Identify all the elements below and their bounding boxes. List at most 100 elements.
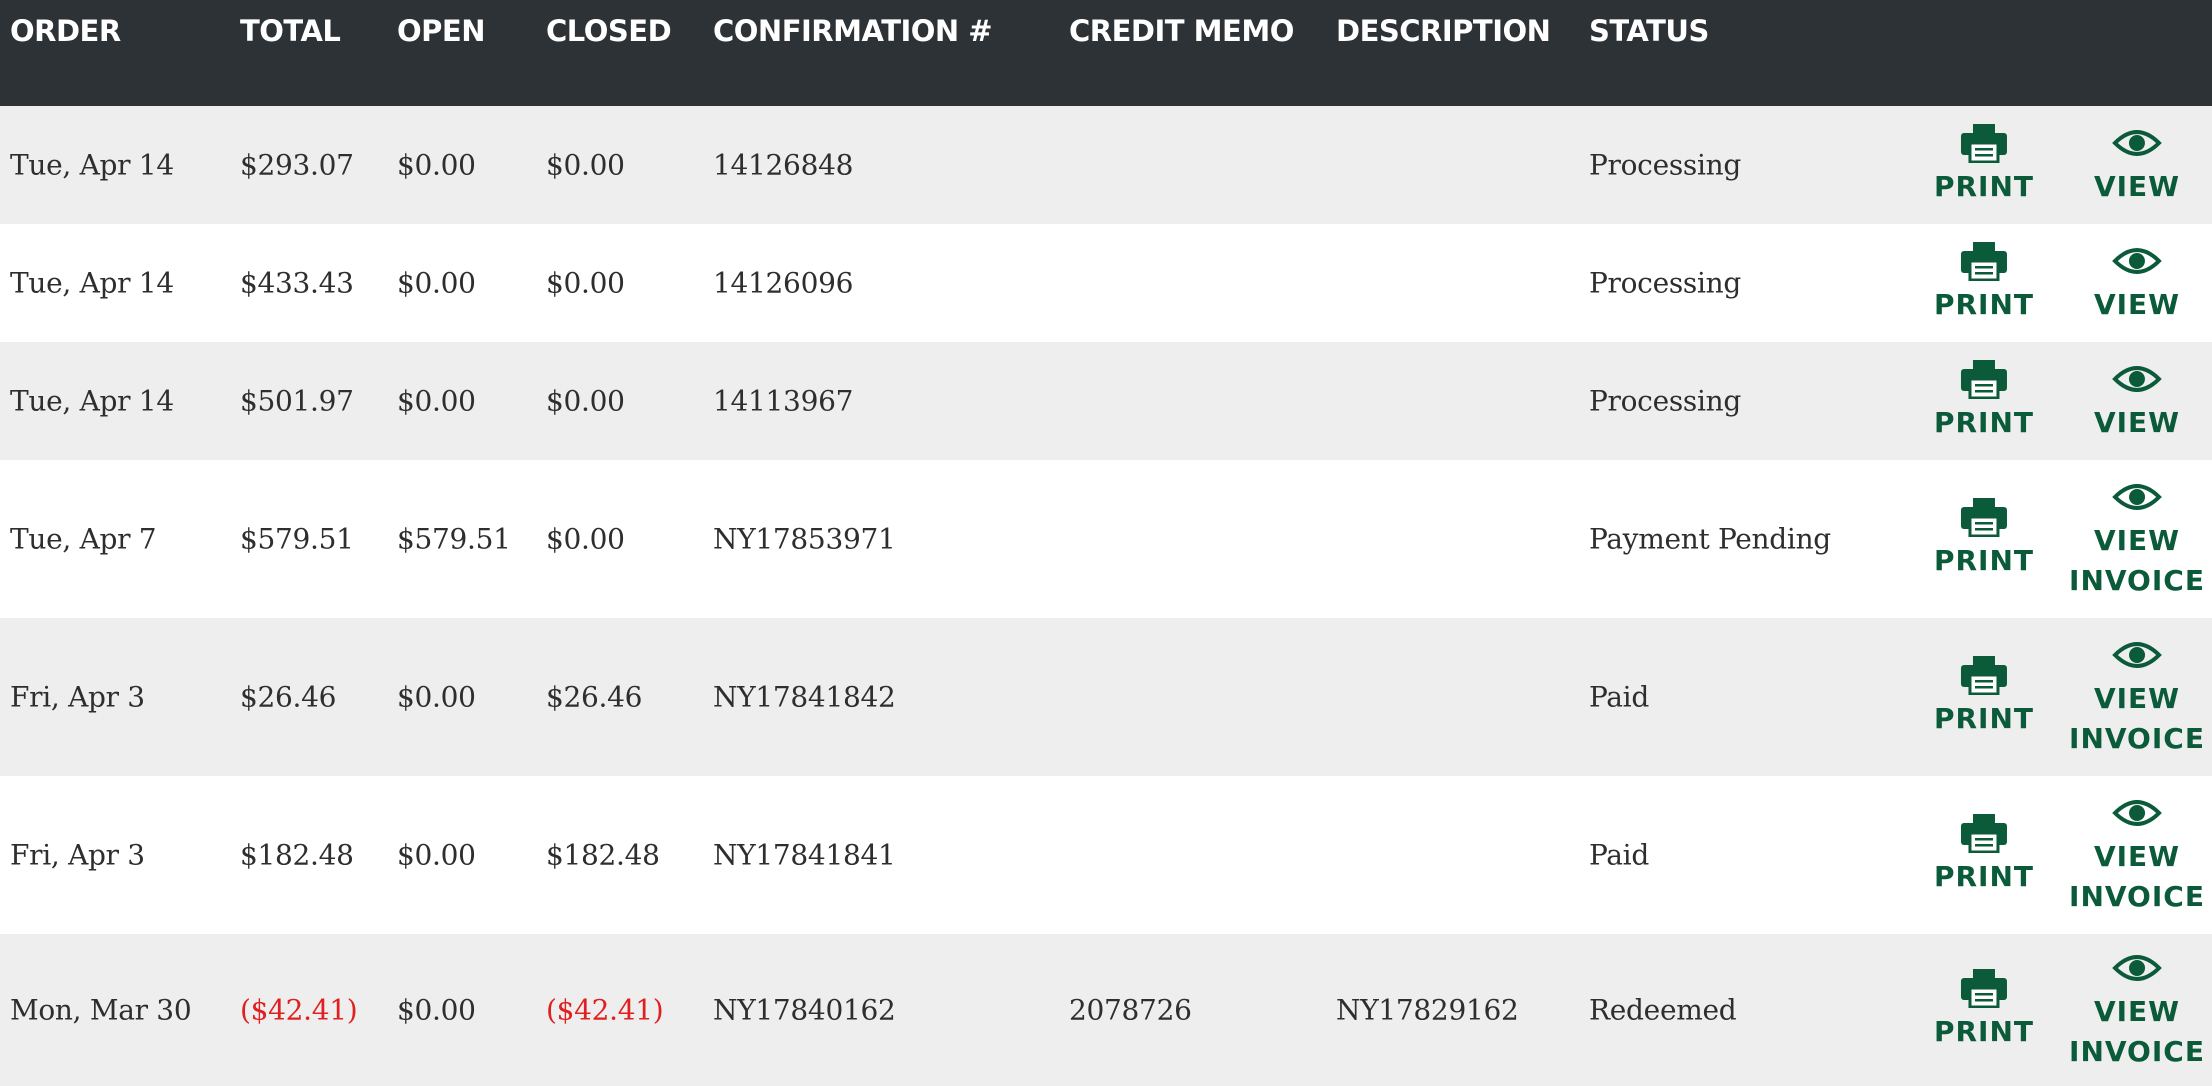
cell-status: Paid bbox=[1589, 680, 1649, 714]
cell-confirmation: NY17841841 bbox=[713, 838, 896, 872]
view-button[interactable]: VIEW INVOICE bbox=[2069, 477, 2205, 601]
cell-confirmation: 14113967 bbox=[713, 384, 854, 418]
print-button[interactable]: PRINT bbox=[1934, 813, 2034, 897]
cell-total: $182.48 bbox=[240, 838, 354, 872]
header-closed[interactable]: CLOSED bbox=[546, 14, 672, 48]
print-label: PRINT bbox=[1933, 1015, 2035, 1048]
view-button[interactable]: VIEW INVOICE bbox=[2069, 948, 2205, 1072]
print-label: PRINT bbox=[1933, 860, 2035, 893]
cell-order: Tue, Apr 14 bbox=[10, 148, 174, 182]
cell-open: $0.00 bbox=[397, 838, 476, 872]
table-header: ORDER TOTAL OPEN CLOSED CONFIRMATION # C… bbox=[0, 0, 2212, 106]
cell-confirmation: 14126096 bbox=[713, 266, 854, 300]
table-row: Mon, Mar 30 ($42.41) $0.00 ($42.41) NY178401… bbox=[0, 934, 2212, 1086]
cell-credit-memo: 2078726 bbox=[1069, 993, 1192, 1027]
cell-closed: $0.00 bbox=[546, 522, 625, 556]
print-button[interactable]: PRINT bbox=[1934, 968, 2034, 1052]
print-button[interactable]: PRINT bbox=[1934, 655, 2034, 739]
header-open[interactable]: OPEN bbox=[397, 14, 486, 48]
cell-total: $26.46 bbox=[240, 680, 337, 714]
eye-icon bbox=[2111, 477, 2163, 517]
header-description[interactable]: DESCRIPTION bbox=[1336, 14, 1551, 48]
view-label-invoice: INVOICE bbox=[2069, 1035, 2205, 1068]
table-row: Fri, Apr 3 $182.48 $0.00 $182.48 NY17841841 P… bbox=[0, 776, 2212, 934]
print-button[interactable]: PRINT bbox=[1934, 359, 2034, 443]
cell-status: Payment Pending bbox=[1589, 522, 1831, 556]
eye-icon bbox=[2111, 793, 2163, 833]
view-label: VIEW bbox=[2093, 995, 2181, 1028]
cell-order: Tue, Apr 14 bbox=[10, 384, 174, 418]
table-row: Tue, Apr 14 $293.07 $0.00 $0.00 14126848 Proc… bbox=[0, 106, 2212, 224]
view-button[interactable]: VIEW INVOICE bbox=[2069, 635, 2205, 759]
print-label: PRINT bbox=[1933, 170, 2035, 203]
printer-icon bbox=[1958, 813, 2010, 853]
cell-status: Processing bbox=[1589, 384, 1741, 418]
cell-confirmation: NY17841842 bbox=[713, 680, 896, 714]
printer-icon bbox=[1958, 241, 2010, 281]
eye-icon bbox=[2111, 123, 2163, 163]
cell-closed: $26.46 bbox=[546, 680, 643, 714]
cell-closed: $0.00 bbox=[546, 148, 625, 182]
cell-open: $0.00 bbox=[397, 266, 476, 300]
eye-icon bbox=[2111, 948, 2163, 988]
view-label-invoice: INVOICE bbox=[2069, 564, 2205, 597]
print-button[interactable]: PRINT bbox=[1934, 123, 2034, 207]
cell-closed: $0.00 bbox=[546, 384, 625, 418]
view-button[interactable]: VIEW bbox=[2094, 359, 2180, 443]
cell-confirmation: 14126848 bbox=[713, 148, 854, 182]
cell-order: Fri, Apr 3 bbox=[10, 680, 145, 714]
print-button[interactable]: PRINT bbox=[1934, 241, 2034, 325]
cell-order: Tue, Apr 14 bbox=[10, 266, 174, 300]
view-button[interactable]: VIEW INVOICE bbox=[2069, 793, 2205, 917]
print-label: PRINT bbox=[1933, 288, 2035, 321]
printer-icon bbox=[1958, 359, 2010, 399]
table-row: Tue, Apr 14 $433.43 $0.00 $0.00 14126096 Proc… bbox=[0, 224, 2212, 342]
printer-icon bbox=[1958, 968, 2010, 1008]
header-total[interactable]: TOTAL bbox=[240, 14, 341, 48]
cell-total: $579.51 bbox=[240, 522, 354, 556]
cell-open: $0.00 bbox=[397, 993, 476, 1027]
print-button[interactable]: PRINT bbox=[1934, 497, 2034, 581]
cell-open: $0.00 bbox=[397, 680, 476, 714]
cell-status: Processing bbox=[1589, 148, 1741, 182]
table-row: Tue, Apr 7 $579.51 $579.51 $0.00 NY17853971 P… bbox=[0, 460, 2212, 618]
cell-status: Paid bbox=[1589, 838, 1649, 872]
header-credit-memo[interactable]: CREDIT MEMO bbox=[1069, 14, 1294, 48]
view-label: VIEW bbox=[2093, 170, 2181, 203]
eye-icon bbox=[2111, 635, 2163, 675]
cell-order: Mon, Mar 30 bbox=[10, 993, 192, 1027]
cell-total: $501.97 bbox=[240, 384, 354, 418]
header-order[interactable]: ORDER bbox=[10, 14, 121, 48]
eye-icon bbox=[2111, 359, 2163, 399]
header-status[interactable]: STATUS bbox=[1589, 14, 1709, 48]
print-label: PRINT bbox=[1933, 406, 2035, 439]
table-row: Fri, Apr 3 $26.46 $0.00 $26.46 NY17841842 Pai… bbox=[0, 618, 2212, 776]
cell-open: $579.51 bbox=[397, 522, 511, 556]
cell-status: Redeemed bbox=[1589, 993, 1737, 1027]
cell-closed: $0.00 bbox=[546, 266, 625, 300]
cell-status: Processing bbox=[1589, 266, 1741, 300]
print-label: PRINT bbox=[1933, 702, 2035, 735]
header-confirmation[interactable]: CONFIRMATION # bbox=[713, 14, 993, 48]
cell-total: $293.07 bbox=[240, 148, 354, 182]
cell-description: NY17829162 bbox=[1336, 993, 1519, 1027]
cell-order: Tue, Apr 7 bbox=[10, 522, 157, 556]
cell-confirmation: NY17840162 bbox=[713, 993, 896, 1027]
printer-icon bbox=[1958, 497, 2010, 537]
cell-total: ($42.41) bbox=[240, 993, 358, 1027]
table-row: Tue, Apr 14 $501.97 $0.00 $0.00 14113967 Proc… bbox=[0, 342, 2212, 460]
cell-closed: $182.48 bbox=[546, 838, 660, 872]
view-button[interactable]: VIEW bbox=[2094, 241, 2180, 325]
cell-total: $433.43 bbox=[240, 266, 354, 300]
view-label: VIEW bbox=[2093, 406, 2181, 439]
view-label: VIEW bbox=[2093, 524, 2181, 557]
printer-icon bbox=[1958, 655, 2010, 695]
view-button[interactable]: VIEW bbox=[2094, 123, 2180, 207]
view-label: VIEW bbox=[2093, 840, 2181, 873]
view-label-invoice: INVOICE bbox=[2069, 722, 2205, 755]
view-label-invoice: INVOICE bbox=[2069, 880, 2205, 913]
cell-closed: ($42.41) bbox=[546, 993, 664, 1027]
cell-confirmation: NY17853971 bbox=[713, 522, 896, 556]
view-label: VIEW bbox=[2093, 682, 2181, 715]
print-label: PRINT bbox=[1933, 544, 2035, 577]
